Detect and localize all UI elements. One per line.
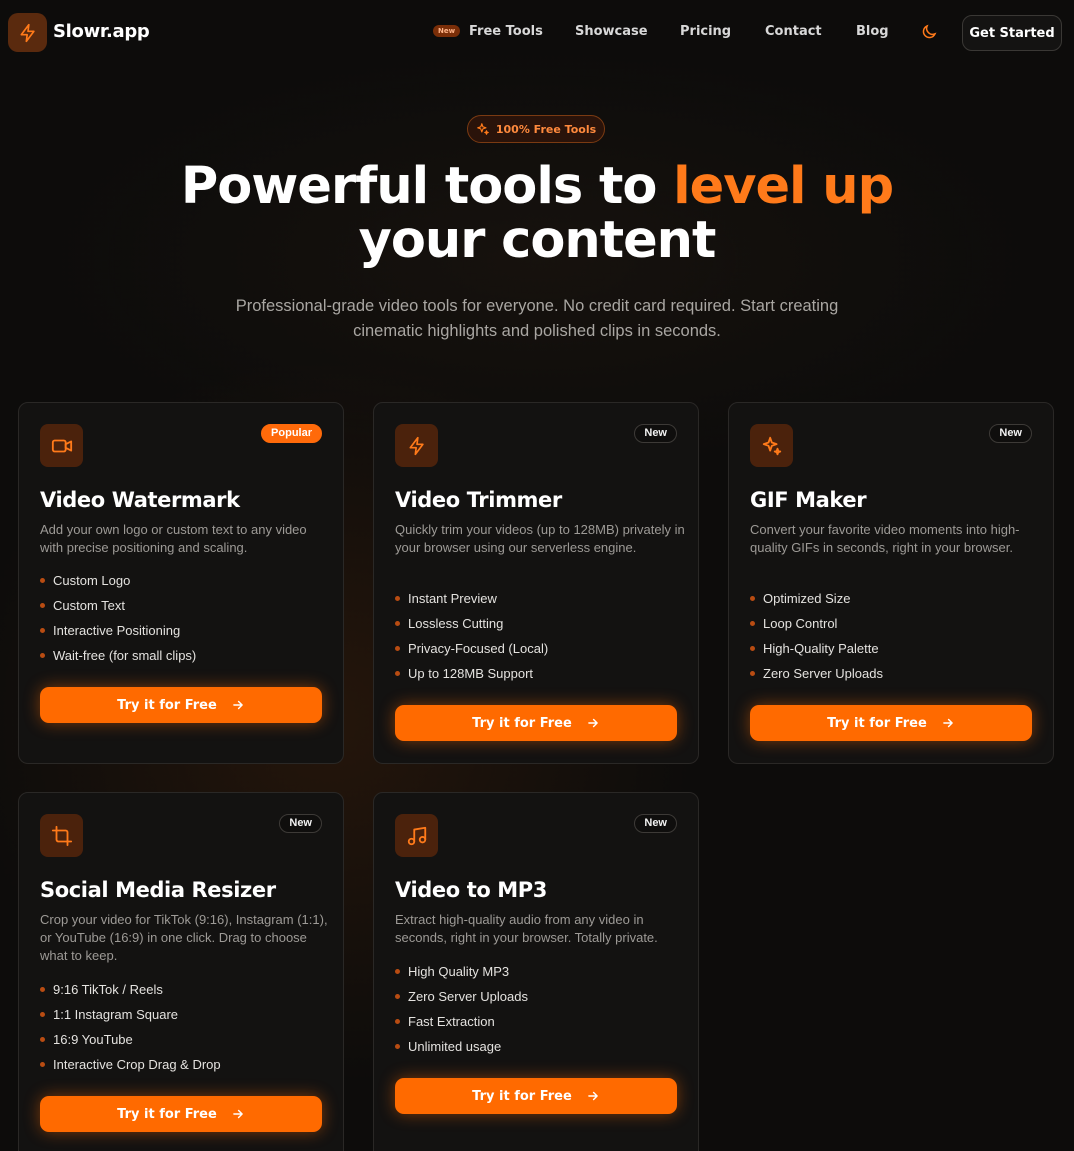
hero-title-part1: Powerful tools to xyxy=(180,157,674,216)
nav-blog[interactable]: Blog xyxy=(856,24,889,39)
brand-name[interactable]: Slowr.app xyxy=(53,21,150,42)
feature-item: High Quality MP3 xyxy=(395,959,528,984)
feature-list: Instant Preview Lossless Cutting Privacy… xyxy=(395,586,548,686)
tool-card-video-to-mp3: New Video to MP3 Extract high-quality au… xyxy=(373,792,699,1151)
new-badge: New xyxy=(634,814,677,833)
crop-icon xyxy=(51,825,72,846)
tool-card-social-media-resizer: New Social Media Resizer Crop your video… xyxy=(18,792,344,1151)
bolt-icon xyxy=(409,436,424,455)
card-icon-box xyxy=(750,424,793,467)
feature-item: Lossless Cutting xyxy=(395,611,548,636)
feature-item: Fast Extraction xyxy=(395,1009,528,1034)
card-description: Quickly trim your videos (up to 128MB) p… xyxy=(395,522,685,555)
try-free-label: Try it for Free xyxy=(117,697,217,713)
hero-title-accent: level up xyxy=(673,157,894,216)
card-description: Extract high-quality audio from any vide… xyxy=(395,912,658,945)
feature-item: Custom Logo xyxy=(40,568,196,593)
card-description: Convert your favorite video moments into… xyxy=(750,522,1020,555)
feature-item: Wait-free (for small clips) xyxy=(40,643,196,668)
card-icon-box xyxy=(40,424,83,467)
hero-badge: 100% Free Tools xyxy=(467,115,605,143)
arrow-right-icon xyxy=(588,1091,598,1101)
get-started-button[interactable]: Get Started xyxy=(962,15,1062,51)
card-title: Social Media Resizer xyxy=(40,878,276,902)
try-free-button[interactable]: Try it for Free xyxy=(750,705,1032,741)
moon-icon[interactable] xyxy=(920,23,938,41)
feature-item: Interactive Crop Drag & Drop xyxy=(40,1052,221,1077)
feature-item: Zero Server Uploads xyxy=(750,661,883,686)
try-free-label: Try it for Free xyxy=(472,1088,572,1104)
hero-subtitle: Professional-grade video tools for every… xyxy=(235,297,839,340)
nav-showcase[interactable]: Showcase xyxy=(575,24,648,39)
feature-item: Optimized Size xyxy=(750,586,883,611)
feature-item: High-Quality Palette xyxy=(750,636,883,661)
feature-list: High Quality MP3 Zero Server Uploads Fas… xyxy=(395,959,528,1059)
arrow-right-icon xyxy=(588,718,598,728)
try-free-button[interactable]: Try it for Free xyxy=(395,705,677,741)
feature-item: Privacy-Focused (Local) xyxy=(395,636,548,661)
feature-item: Custom Text xyxy=(40,593,196,618)
feature-item: Interactive Positioning xyxy=(40,618,196,643)
feature-item: Up to 128MB Support xyxy=(395,661,548,686)
music-note-icon xyxy=(407,826,426,845)
nav-free-tools[interactable]: Free Tools xyxy=(469,24,543,39)
tool-card-gif-maker: New GIF Maker Convert your favorite vide… xyxy=(728,402,1054,764)
feature-list: Custom Logo Custom Text Interactive Posi… xyxy=(40,568,196,668)
hero-badge-label: 100% Free Tools xyxy=(495,122,597,136)
card-icon-box xyxy=(395,424,438,467)
popular-badge: Popular xyxy=(261,424,322,443)
try-free-button[interactable]: Try it for Free xyxy=(395,1078,677,1114)
arrow-right-icon xyxy=(233,1109,243,1119)
card-title: Video Watermark xyxy=(40,488,240,512)
try-free-button[interactable]: Try it for Free xyxy=(40,1096,322,1132)
try-free-label: Try it for Free xyxy=(472,715,572,731)
hero-title-part2: your content xyxy=(358,211,717,270)
card-title: GIF Maker xyxy=(750,488,867,512)
sparkles-icon xyxy=(477,123,489,135)
feature-item: Unlimited usage xyxy=(395,1034,528,1059)
new-badge: New xyxy=(279,814,322,833)
brand-logo[interactable] xyxy=(8,13,47,52)
card-description: Crop your video for TikTok (9:16), Insta… xyxy=(40,912,328,963)
tool-card-video-watermark: Popular Video Watermark Add your own log… xyxy=(18,402,344,764)
try-free-label: Try it for Free xyxy=(117,1106,217,1122)
feature-item: Loop Control xyxy=(750,611,883,636)
feature-item: 16:9 YouTube xyxy=(40,1027,221,1052)
feature-list: Optimized Size Loop Control High-Quality… xyxy=(750,586,883,686)
try-free-label: Try it for Free xyxy=(827,715,927,731)
nav-pricing[interactable]: Pricing xyxy=(680,24,731,39)
feature-item: Zero Server Uploads xyxy=(395,984,528,1009)
video-camera-icon xyxy=(51,439,72,452)
bolt-icon xyxy=(20,23,35,42)
card-icon-box xyxy=(40,814,83,857)
arrow-right-icon xyxy=(233,700,243,710)
hero-title: Powerful tools to level up your content xyxy=(0,160,1074,268)
card-icon-box xyxy=(395,814,438,857)
tool-card-video-trimmer: New Video Trimmer Quickly trim your vide… xyxy=(373,402,699,764)
arrow-right-icon xyxy=(943,718,953,728)
new-badge: New xyxy=(433,25,461,37)
feature-item: Instant Preview xyxy=(395,586,548,611)
card-description: Add your own logo or custom text to any … xyxy=(40,522,307,555)
feature-item: 1:1 Instagram Square xyxy=(40,1002,221,1027)
feature-item: 9:16 TikTok / Reels xyxy=(40,977,221,1002)
nav-contact[interactable]: Contact xyxy=(765,24,822,39)
new-badge: New xyxy=(989,424,1032,443)
sparkles-icon xyxy=(762,436,781,455)
feature-list: 9:16 TikTok / Reels 1:1 Instagram Square… xyxy=(40,977,221,1077)
try-free-button[interactable]: Try it for Free xyxy=(40,687,322,723)
new-badge: New xyxy=(634,424,677,443)
card-title: Video Trimmer xyxy=(395,488,562,512)
top-nav: Slowr.app New Free Tools Showcase Pricin… xyxy=(0,0,1074,66)
card-title: Video to MP3 xyxy=(395,878,547,902)
